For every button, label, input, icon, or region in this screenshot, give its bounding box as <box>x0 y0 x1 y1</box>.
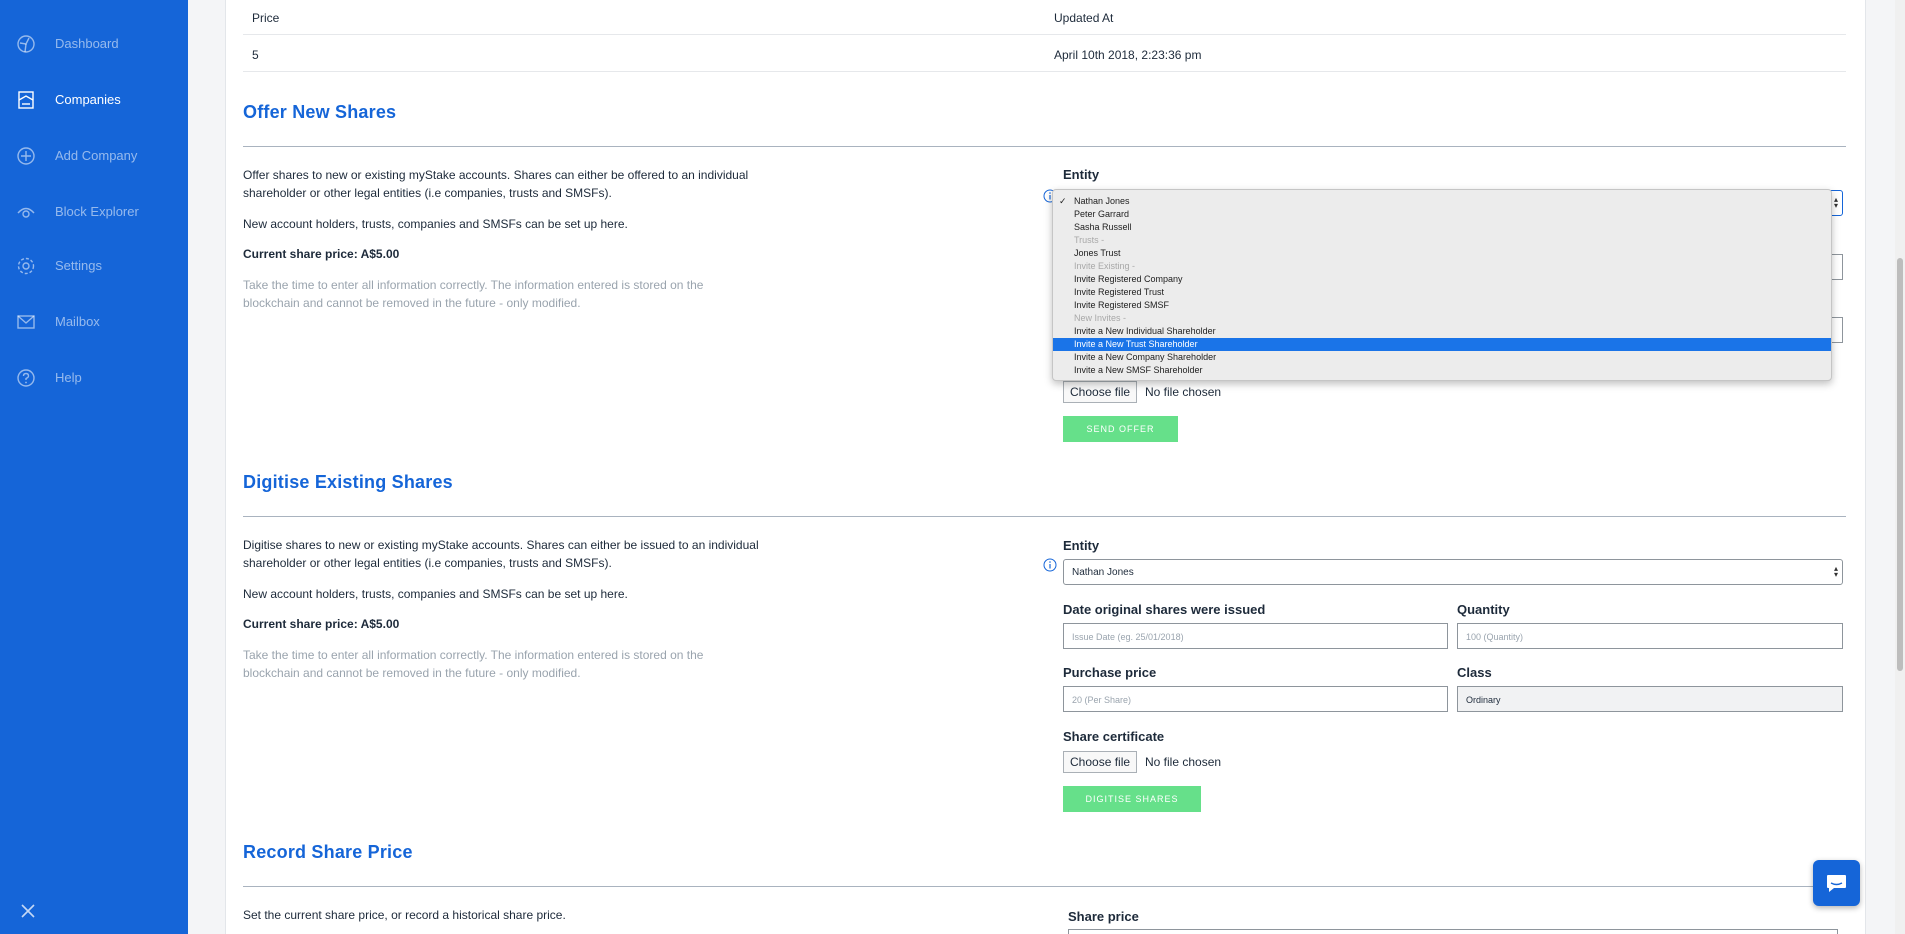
date-issued-label: Date original shares were issued <box>1063 602 1266 617</box>
digitise-setup-text: New account holders, trusts, companies a… <box>243 587 628 601</box>
purchase-price-input[interactable]: 20 (Per Share) <box>1063 686 1448 712</box>
dropdown-option[interactable]: ✓ Nathan Jones <box>1053 195 1831 208</box>
offer-description: Offer shares to new or existing myStake … <box>243 168 749 200</box>
offer-note: Take the time to enter all information c… <box>243 278 704 310</box>
sidebar-item-settings[interactable]: Settings <box>0 246 188 286</box>
dropdown-option[interactable]: Jones Trust <box>1053 247 1831 260</box>
digitise-file-status: No file chosen <box>1145 755 1222 769</box>
quantity-input[interactable]: 100 (Quantity) <box>1457 623 1843 649</box>
select-arrows-icon: ▴ ▾ <box>1833 195 1838 210</box>
section-divider <box>243 146 1846 147</box>
dropdown-group-label: New Invites - <box>1074 313 1127 323</box>
dropdown-option[interactable]: Sasha Russell <box>1053 221 1831 234</box>
offer-current-price: Current share price: A$5.00 <box>243 247 400 261</box>
dropdown-option[interactable]: Invite Registered Company <box>1053 273 1831 286</box>
date-issued-input[interactable]: Issue Date (eg. 25/01/2018) <box>1063 623 1448 649</box>
info-icon[interactable] <box>1043 558 1057 572</box>
help-icon <box>17 369 35 387</box>
check-icon: ✓ <box>1059 196 1067 206</box>
quantity-label: Quantity <box>1457 602 1510 617</box>
option-label: Nathan Jones <box>1074 196 1130 206</box>
divider <box>243 34 1846 35</box>
section-divider <box>243 516 1846 517</box>
sidebar-item-companies[interactable]: Companies <box>0 80 188 120</box>
main-card <box>225 0 1866 934</box>
digitise-entity-label: Entity <box>1063 538 1100 553</box>
select-arrows-icon: ▴ ▾ <box>1833 564 1838 579</box>
share-price-label: Share price <box>1068 909 1139 924</box>
record-description: Set the current share price, or record a… <box>243 908 566 922</box>
sidebar: Dashboard Companies Add Company Block Ex… <box>0 0 188 934</box>
class-input[interactable]: Ordinary <box>1457 686 1843 712</box>
send-offer-button[interactable]: SEND OFFER <box>1063 416 1178 442</box>
purchase-price-label: Purchase price <box>1063 665 1157 680</box>
sidebar-item-add-company[interactable]: Add Company <box>0 136 188 176</box>
share-price-input[interactable] <box>1068 929 1838 934</box>
digitise-entity-select[interactable]: Nathan Jones ▴ ▾ <box>1063 559 1843 585</box>
digitise-description: Digitise shares to new or existing mySta… <box>243 538 759 570</box>
eye-icon <box>17 207 35 218</box>
offer-setup-text: New account holders, trusts, companies a… <box>243 217 628 231</box>
sidebar-item-label: Help <box>55 370 82 385</box>
digitise-choose-file-button[interactable]: Choose file <box>1063 751 1138 773</box>
class-label: Class <box>1457 665 1492 680</box>
digitise-current-price: Current share price: A$5.00 <box>243 617 400 631</box>
dropdown-group-label: Trusts - <box>1074 235 1105 245</box>
digitise-note: Take the time to enter all information c… <box>243 648 704 680</box>
table-cell-price: 5 <box>252 48 259 62</box>
offer-entity-label: Entity <box>1063 167 1100 182</box>
chat-button[interactable] <box>1813 860 1860 906</box>
dropdown-option[interactable]: Invite a New SMSF Shareholder <box>1053 364 1831 377</box>
dropdown-option[interactable]: Invite Registered Trust <box>1053 286 1831 299</box>
select-value: Nathan Jones <box>1072 567 1134 578</box>
sidebar-item-label: Companies <box>55 92 121 107</box>
sidebar-item-help[interactable]: Help <box>0 358 188 398</box>
gear-icon <box>17 257 35 275</box>
table-cell-updated-at: April 10th 2018, 2:23:36 pm <box>1054 48 1202 62</box>
section-title-record: Record Share Price <box>243 842 413 862</box>
sidebar-item-mailbox[interactable]: Mailbox <box>0 302 188 342</box>
offer-choose-file-button[interactable]: Choose file <box>1063 381 1138 403</box>
divider <box>243 71 1846 72</box>
sidebar-item-block-explorer[interactable]: Block Explorer <box>0 192 188 232</box>
dropdown-option[interactable]: Invite a New Individual Shareholder <box>1053 325 1831 338</box>
digitise-shares-button[interactable]: DIGITISE SHARES <box>1063 786 1201 812</box>
sidebar-item-label: Add Company <box>55 148 138 163</box>
entity-dropdown-menu[interactable]: ✓ Nathan Jones Peter Garrard Sasha Russel… <box>1052 189 1832 381</box>
sidebar-item-label: Mailbox <box>55 314 100 329</box>
dashboard-icon <box>17 35 35 53</box>
dropdown-group-label: Invite Existing - <box>1074 261 1136 271</box>
mail-icon <box>17 315 35 329</box>
dropdown-option-highlighted[interactable]: Invite a New Trust Shareholder <box>1053 338 1831 351</box>
section-title-offer: Offer New Shares <box>243 102 397 122</box>
chat-bubble-icon <box>1827 875 1846 892</box>
table-header-updated-at: Updated At <box>1054 11 1114 25</box>
sidebar-item-label: Dashboard <box>55 36 119 51</box>
scrollbar-thumb[interactable] <box>1897 258 1903 671</box>
close-icon[interactable] <box>18 901 38 921</box>
add-circle-icon <box>17 147 35 165</box>
dropdown-option[interactable]: Invite a New Company Shareholder <box>1053 351 1831 364</box>
companies-icon <box>18 91 34 109</box>
offer-file-status: No file chosen <box>1145 385 1222 399</box>
dropdown-option[interactable]: Invite Registered SMSF <box>1053 299 1831 312</box>
sidebar-item-label: Settings <box>55 258 102 273</box>
sidebar-item-dashboard[interactable]: Dashboard <box>0 24 188 64</box>
dropdown-option[interactable]: Peter Garrard <box>1053 208 1831 221</box>
section-title-digitise: Digitise Existing Shares <box>243 472 453 492</box>
section-divider <box>243 886 1846 887</box>
sidebar-item-label: Block Explorer <box>55 204 139 219</box>
table-header-price: Price <box>252 11 280 25</box>
share-certificate-label: Share certificate <box>1063 729 1165 744</box>
